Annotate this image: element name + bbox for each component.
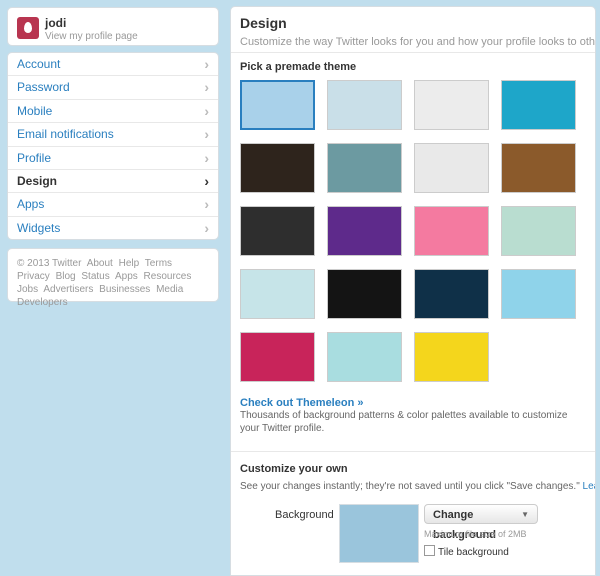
theme-thumbnail-sparkles[interactable] <box>501 80 576 130</box>
profile-card[interactable]: jodi View my profile page <box>7 7 219 46</box>
footer-link-terms[interactable]: Terms <box>145 258 172 269</box>
footer-link-jobs[interactable]: Jobs <box>17 284 38 295</box>
footer-link-apps[interactable]: Apps <box>115 271 138 282</box>
theme-thumbnail-pink-flowers[interactable] <box>414 206 489 256</box>
premade-theme-label: Pick a premade theme <box>240 61 357 73</box>
theme-thumbnail-yellow-leaves[interactable] <box>414 332 489 382</box>
chevron-right-icon: › <box>204 56 209 72</box>
change-background-button[interactable]: Change background ▼ <box>424 504 538 541</box>
background-color-swatch[interactable] <box>339 504 419 563</box>
tile-background-row[interactable]: Tile background <box>424 545 509 558</box>
nav-item-label: Account <box>17 57 61 71</box>
nav-item-label: Mobile <box>17 103 53 118</box>
customize-description: See your changes instantly; they're not … <box>240 481 595 492</box>
theme-thumbnail-dark-ornament[interactable] <box>240 206 315 256</box>
nav-item-label: Apps <box>17 197 45 212</box>
avatar[interactable] <box>17 17 39 39</box>
theme-thumbnail-birds-gold[interactable] <box>501 143 576 193</box>
footer-link-developers[interactable]: Developers <box>17 297 68 308</box>
chevron-right-icon: › <box>204 79 209 96</box>
footer-link-media[interactable]: Media <box>156 284 183 295</box>
nav-item-label: Profile <box>17 150 52 165</box>
themeleon-description: Thousands of background patterns & color… <box>240 410 568 434</box>
design-panel: Design Customize the way Twitter looks f… <box>230 6 596 576</box>
background-label: Background <box>275 509 334 521</box>
section-divider <box>231 451 595 452</box>
caret-down-icon: ▼ <box>521 510 529 519</box>
view-profile-link[interactable]: View my profile page <box>45 31 138 42</box>
nav-item-profile[interactable]: Profile › <box>8 147 218 170</box>
tile-background-label: Tile background <box>438 547 509 558</box>
settings-nav: Account › Password › Mobile › Email notific… <box>7 52 219 240</box>
profile-name[interactable]: jodi <box>45 16 66 30</box>
nav-item-label: Design <box>17 173 58 188</box>
nav-item-email-notifications[interactable]: Email notifications › <box>8 123 218 147</box>
footer-link-help[interactable]: Help <box>119 258 140 269</box>
theme-thumbnail-magenta[interactable] <box>240 332 315 382</box>
theme-thumbnail-green-vine[interactable] <box>414 80 489 130</box>
chevron-right-icon: › <box>204 196 209 213</box>
customize-description-text: See your changes instantly; they're not … <box>240 481 580 492</box>
max-file-size-note: Maximum file size of 2MB <box>424 529 527 539</box>
panel-header: Design Customize the way Twitter looks f… <box>231 7 595 53</box>
theme-thumbnail-flying-birds[interactable] <box>327 332 402 382</box>
nav-item-widgets[interactable]: Widgets › <box>8 217 218 239</box>
nav-item-label: Widgets <box>17 220 61 235</box>
footer-link-resources[interactable]: Resources <box>144 271 192 282</box>
nav-item-label: Email notifications <box>17 127 114 142</box>
footer-link-blog[interactable]: Blog <box>56 271 76 282</box>
chevron-right-icon: › <box>204 102 209 119</box>
footer-link-status[interactable]: Status <box>81 271 109 282</box>
theme-thumbnail-blue-bokeh[interactable] <box>501 269 576 319</box>
page-title: Design <box>240 15 287 31</box>
page-subtitle: Customize the way Twitter looks for you … <box>240 36 596 48</box>
tile-background-checkbox[interactable] <box>424 545 435 556</box>
theme-thumbnail-black-hex[interactable] <box>327 269 402 319</box>
footer-link-about[interactable]: About <box>87 258 113 269</box>
footer-links: © 2013 Twitter About Help Terms Privacy … <box>7 248 219 308</box>
nav-item-label: Password <box>17 80 70 95</box>
chevron-right-icon: › <box>204 126 209 143</box>
footer-link-advertisers[interactable]: Advertisers <box>43 284 93 295</box>
copyright: © 2013 Twitter <box>17 258 82 269</box>
themeleon-link[interactable]: Check out Themeleon » <box>240 397 363 409</box>
theme-thumbnail-navy-rays[interactable] <box>414 269 489 319</box>
theme-thumbnail-teal-texture[interactable] <box>327 143 402 193</box>
footer-link-businesses[interactable]: Businesses <box>99 284 150 295</box>
theme-thumbnail-green-leaves-sky[interactable] <box>240 269 315 319</box>
chevron-right-icon: › <box>204 172 209 189</box>
nav-item-design[interactable]: Design › <box>8 169 218 194</box>
egg-icon <box>24 22 32 33</box>
customize-title: Customize your own <box>240 463 348 475</box>
chevron-right-icon: › <box>204 219 209 236</box>
theme-thumbnail-green-leaves[interactable] <box>240 143 315 193</box>
nav-item-apps[interactable]: Apps › <box>8 193 218 217</box>
nav-item-password[interactable]: Password › <box>8 76 218 100</box>
theme-thumbnail-red-leaf[interactable] <box>501 206 576 256</box>
nav-item-account[interactable]: Account › <box>8 53 218 77</box>
learn-more-link[interactable]: Learn more. <box>583 481 595 492</box>
theme-thumbnail-red-plant[interactable] <box>414 143 489 193</box>
theme-thumbnail-sky-clouds[interactable] <box>240 80 315 130</box>
nav-item-mobile[interactable]: Mobile › <box>8 100 218 124</box>
theme-thumbnail-bare-tree[interactable] <box>327 80 402 130</box>
theme-thumbnail-purple-stars[interactable] <box>327 206 402 256</box>
footer-link-privacy[interactable]: Privacy <box>17 271 50 282</box>
chevron-right-icon: › <box>204 149 209 166</box>
